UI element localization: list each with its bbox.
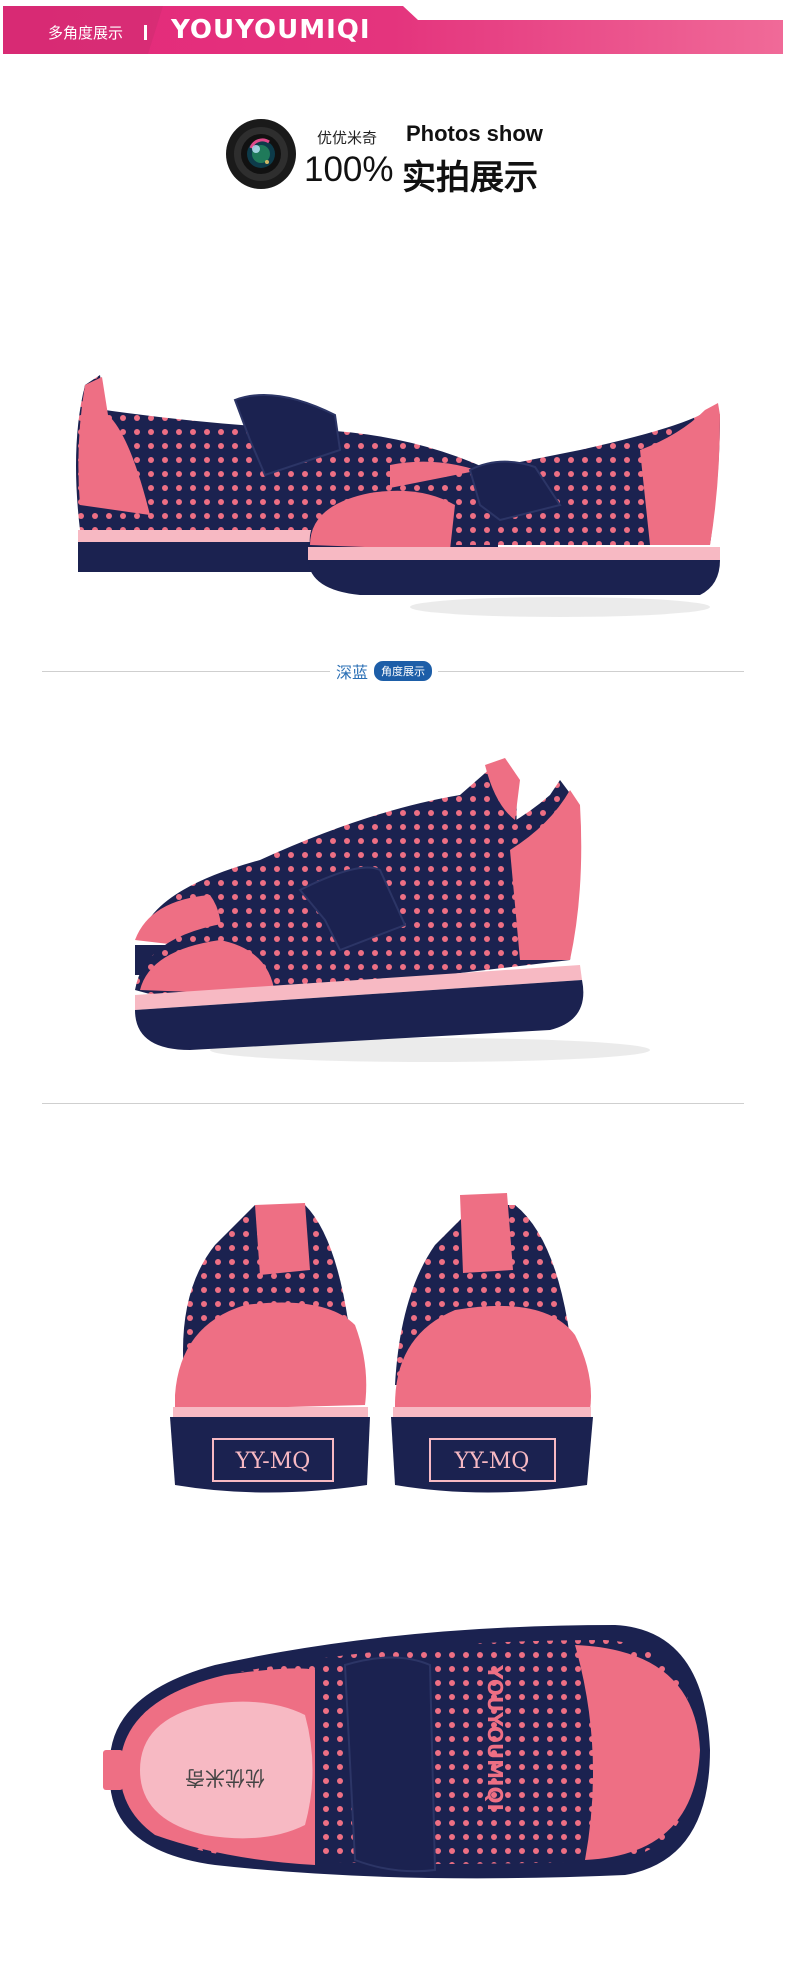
section-banner: 多角度展示 YOUYOUMIQI [3, 6, 783, 54]
heel-logo-text: YY-MQ [454, 1449, 530, 1474]
section-divider [42, 1103, 744, 1104]
angle-view-badge: 角度展示 [374, 661, 433, 681]
product-photo-heel-view: YY-MQ YY-MQ [170, 1193, 593, 1493]
photos-show-header: 优优米奇 Photos show 100% 实拍展示 [225, 115, 565, 198]
real-photo-subtitle: 实拍展示 [402, 158, 538, 198]
heel-logo-text: YY-MQ [235, 1449, 311, 1474]
percent-text: 100% [304, 150, 394, 189]
product-photo-top-view: 优优米奇 YOUYOUMIQI [103, 1625, 711, 1879]
photos-show-title: Photos show [406, 121, 543, 146]
color-name: 深蓝 [336, 663, 369, 682]
camera-lens-icon [226, 119, 296, 189]
brand-logo-text: YOUYOUMIQI [171, 15, 371, 45]
banner-separator [144, 25, 147, 40]
brand-cn: 优优米奇 [317, 129, 378, 147]
section-label: 多角度展示 [48, 24, 124, 42]
strap-logo-text: YOUYOUMIQI [483, 1664, 507, 1811]
color-label: 深蓝 角度展示 [330, 661, 439, 682]
product-photo-side-pair [76, 375, 720, 617]
insole-brand-text: 优优米奇 [185, 1766, 265, 1790]
product-photo-angled-pair [135, 758, 650, 1062]
